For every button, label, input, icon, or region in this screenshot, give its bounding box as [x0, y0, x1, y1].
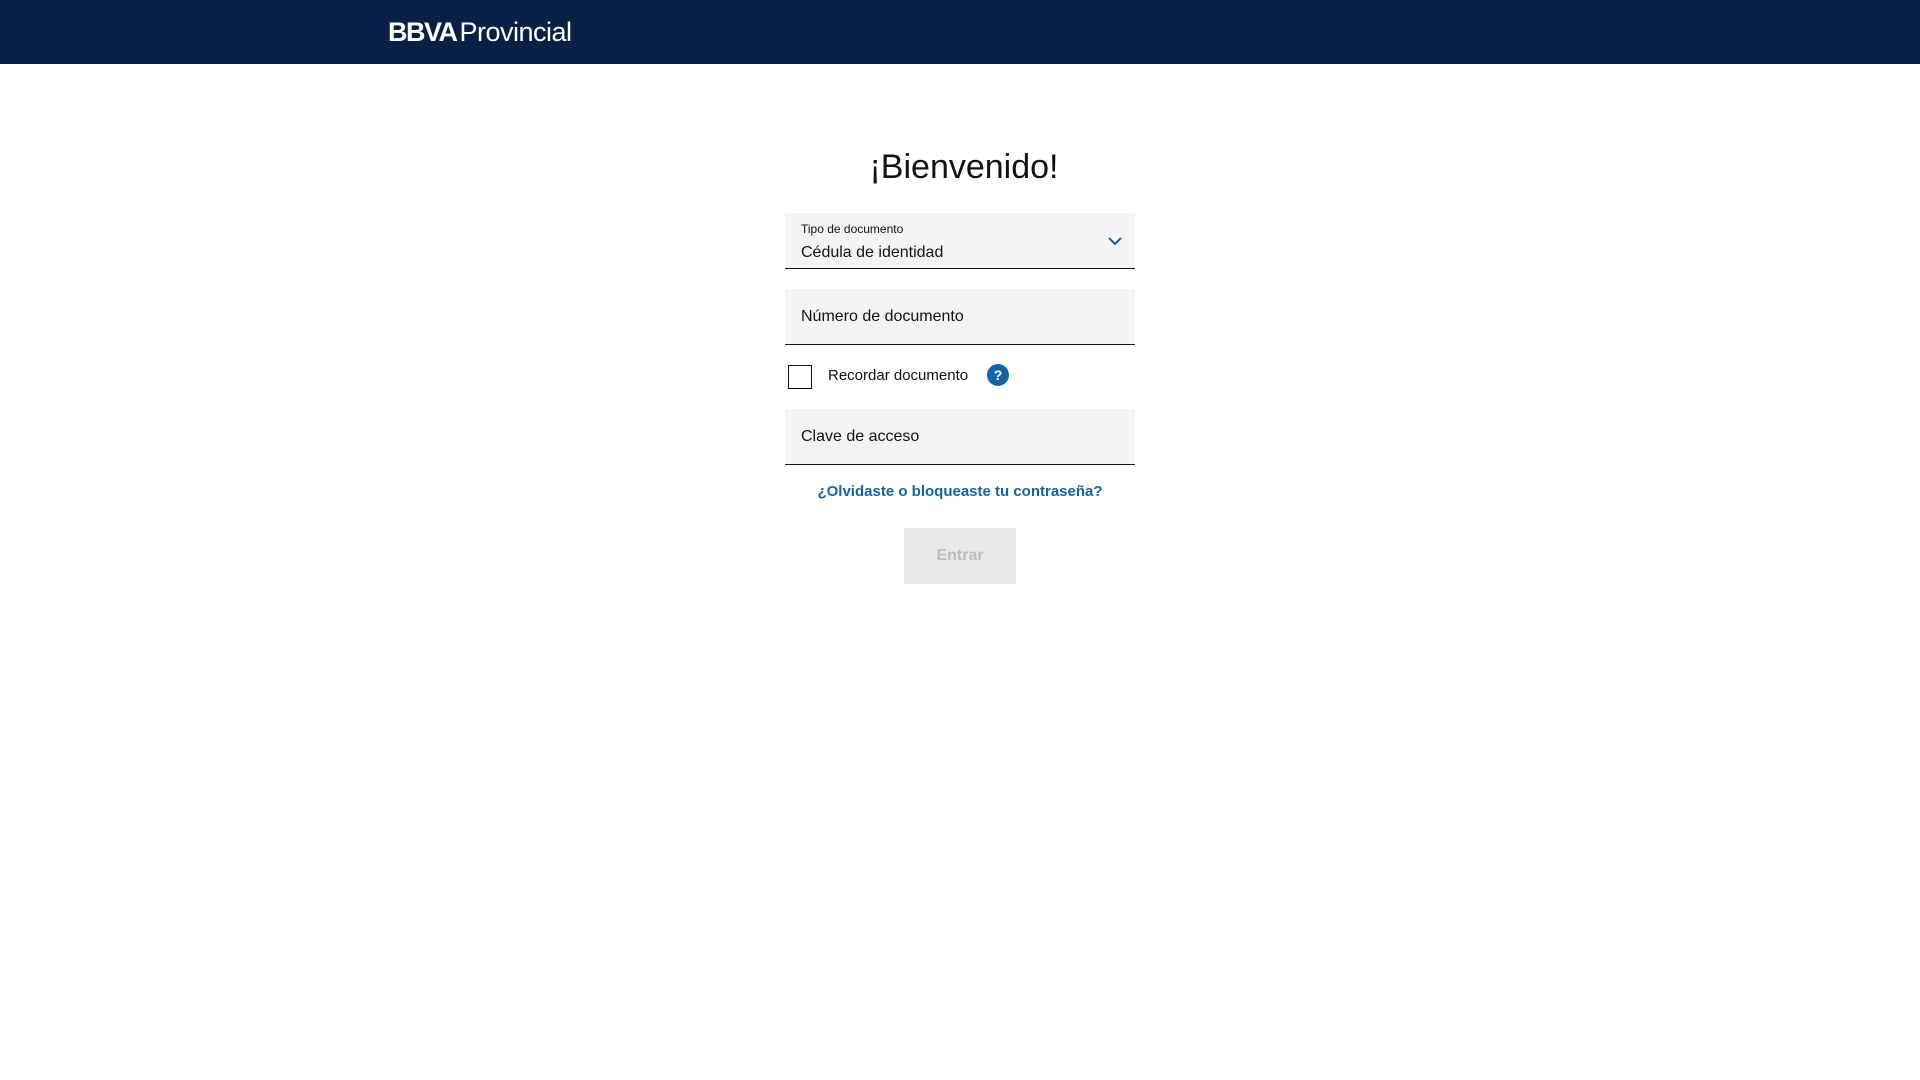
logo-brand: BBVA: [388, 16, 458, 47]
remember-document-label[interactable]: Recordar documento: [828, 367, 968, 384]
remember-document-row: Recordar documento ?: [788, 361, 1010, 389]
password-placeholder: Clave de acceso: [801, 428, 920, 445]
document-number-placeholder: Número de documento: [801, 308, 964, 325]
question-icon[interactable]: ?: [987, 364, 1010, 386]
bbva-provincial-logo[interactable]: BBVA Provincial: [388, 14, 572, 50]
forgot-password-link[interactable]: ¿Olvidaste o bloqueaste tu contraseña?: [785, 483, 1135, 500]
chevron-down-icon: [1108, 237, 1122, 246]
logo-name: Provincial: [459, 16, 573, 47]
document-type-label: Tipo de documento: [801, 222, 904, 236]
page-title: ¡Bienvenido!: [869, 148, 1059, 186]
remember-document-checkbox[interactable]: [788, 365, 812, 389]
password-field[interactable]: Clave de acceso: [785, 409, 1135, 465]
document-type-select[interactable]: Tipo de documento Cédula de identidad: [785, 213, 1135, 269]
top-bar: BBVA Provincial: [0, 0, 1920, 64]
document-type-value: Cédula de identidad: [801, 244, 944, 261]
enter-button[interactable]: Entrar: [904, 528, 1016, 584]
document-number-field[interactable]: Número de documento: [785, 289, 1135, 345]
